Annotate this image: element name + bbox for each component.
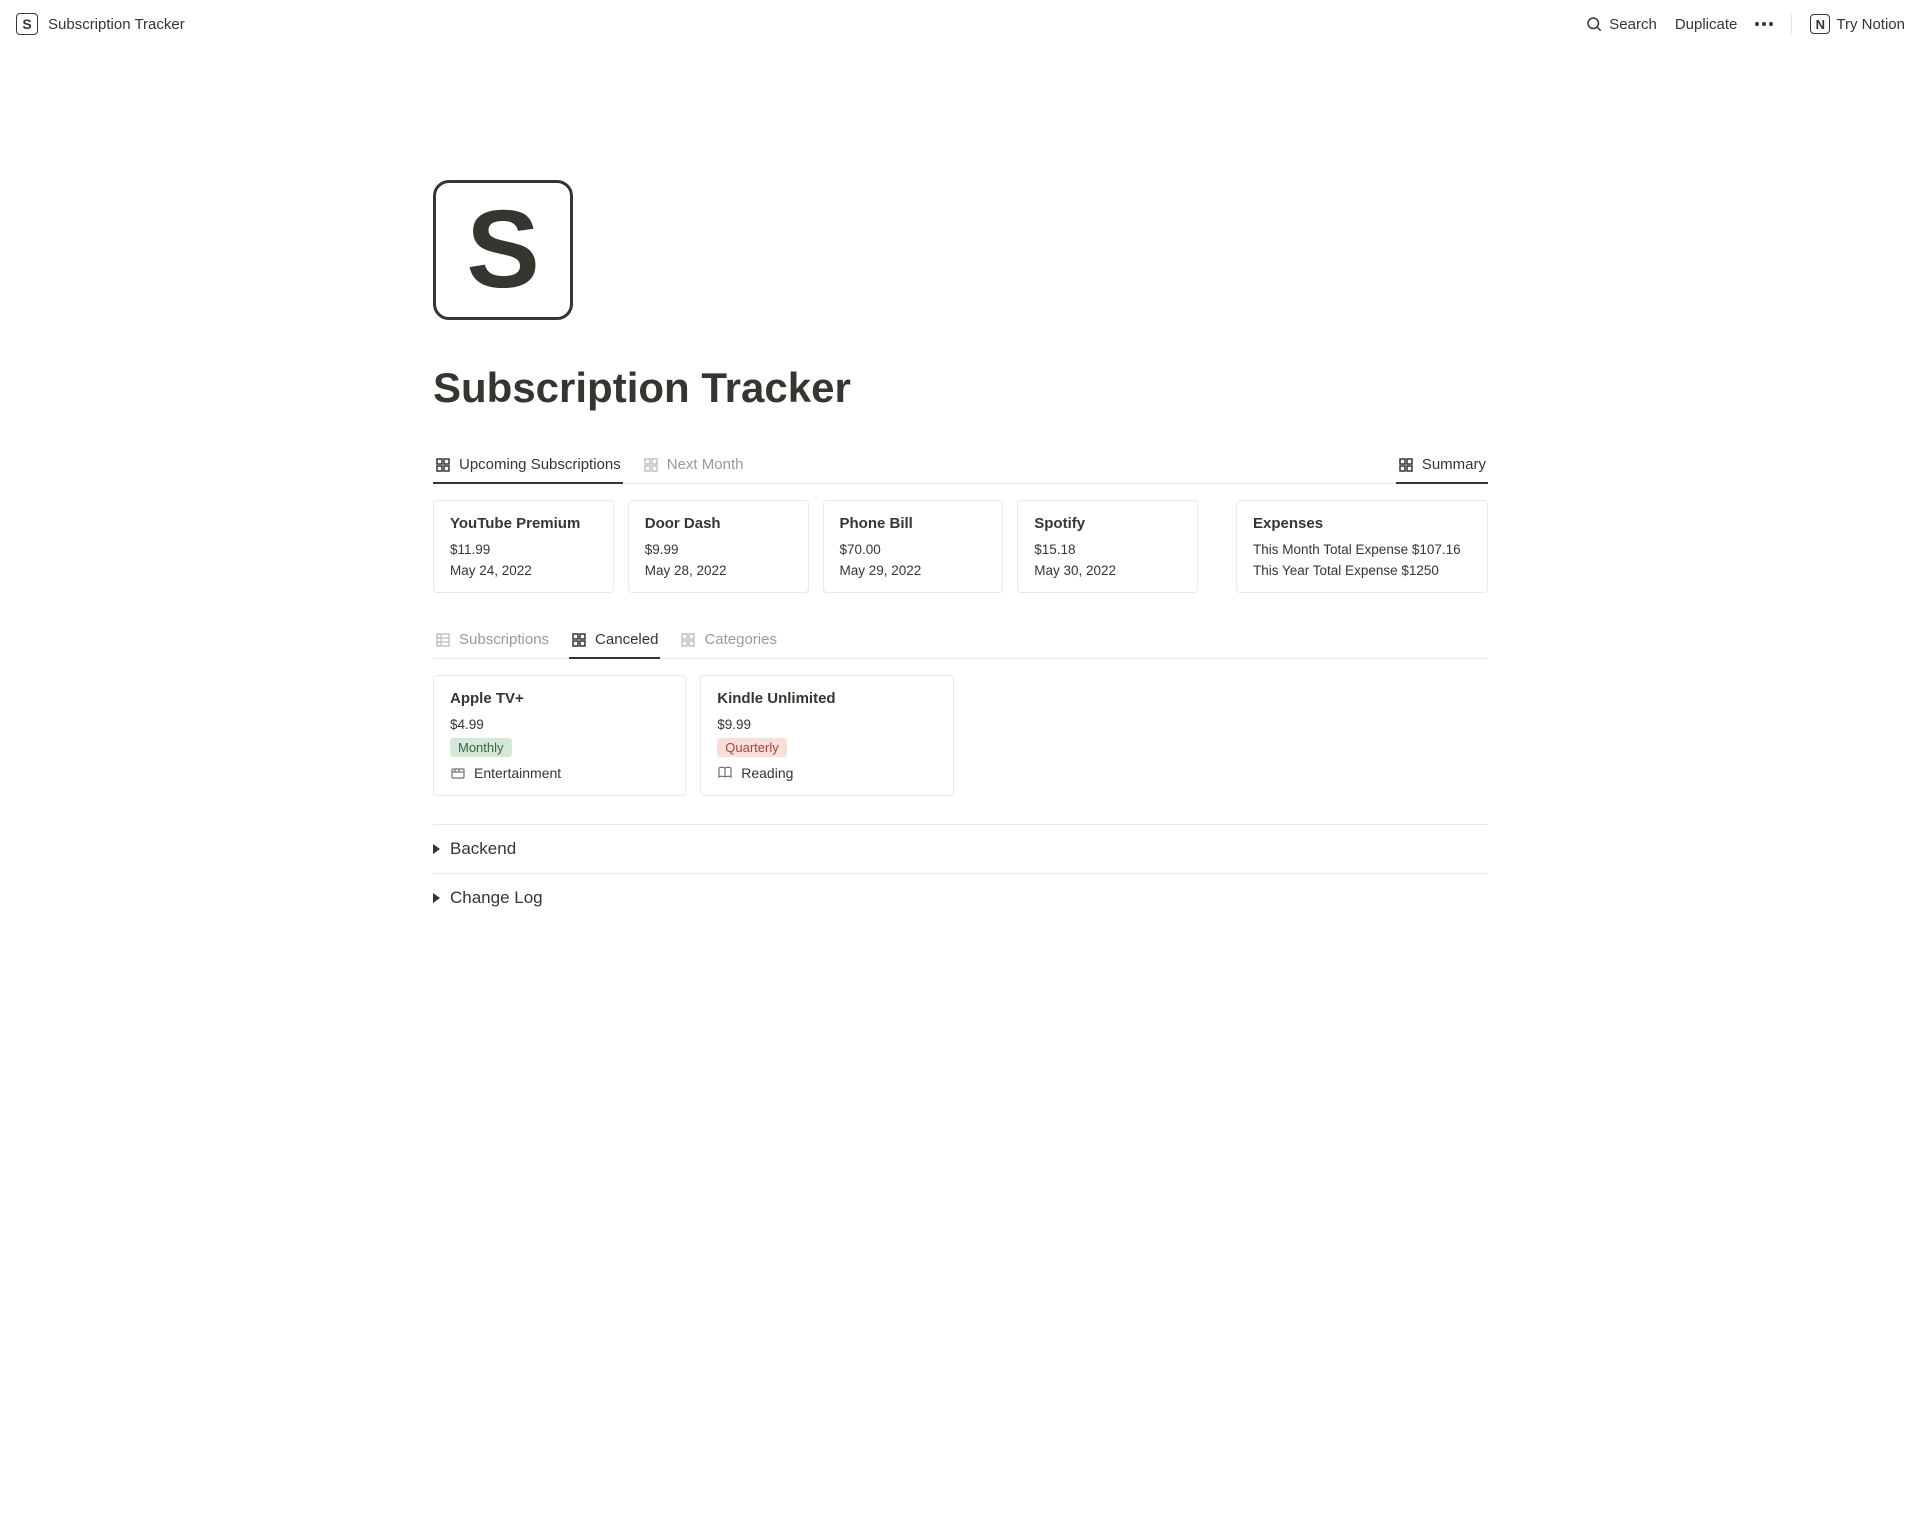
page-icon-small[interactable]: S [16,13,38,35]
toggle-backend[interactable]: Backend [433,824,1488,873]
tab-upcoming-subscriptions[interactable]: Upcoming Subscriptions [433,448,623,483]
table-icon [435,632,451,648]
category-label: Reading [741,765,793,781]
card-date: May 30, 2022 [1034,563,1181,578]
reading-icon [717,765,733,781]
topbar: S Subscription Tracker Search Duplicate … [0,0,1921,48]
cycle-badge: Monthly [450,738,512,757]
card-title: Expenses [1253,515,1471,532]
entertainment-icon [450,765,466,781]
cycle-badge: Quarterly [717,738,786,757]
card-price: $9.99 [645,542,792,557]
tab-label: Subscriptions [459,631,549,648]
card-price: $11.99 [450,542,597,557]
tab-canceled[interactable]: Canceled [569,623,660,658]
summary-gallery: Expenses This Month Total Expense $107.1… [1236,500,1488,593]
page-icon-large[interactable]: S [433,180,573,320]
gallery-icon [1398,457,1414,473]
page-icon-letter: S [22,16,31,32]
tab-subscriptions[interactable]: Subscriptions [433,623,551,658]
triangle-right-icon [433,893,440,903]
duplicate-label: Duplicate [1675,16,1738,33]
card-title: Kindle Unlimited [717,690,936,707]
card-price: $70.00 [840,542,987,557]
gallery-icon [680,632,696,648]
card-date: May 29, 2022 [840,563,987,578]
subscription-card[interactable]: Phone Bill $70.00 May 29, 2022 [823,500,1004,593]
breadcrumb-title[interactable]: Subscription Tracker [48,16,185,33]
summary-tabs: Summary [1396,448,1488,483]
card-title: Spotify [1034,515,1181,532]
gallery-icon [435,457,451,473]
card-price: $9.99 [717,717,936,732]
card-title: YouTube Premium [450,515,597,532]
page-title: Subscription Tracker [433,364,1488,412]
tab-label: Next Month [667,456,744,473]
category-row: Reading [717,765,936,781]
dot-icon [1755,22,1759,26]
toggle-label: Backend [450,839,516,859]
tab-label: Summary [1422,456,1486,473]
notion-letter: N [1816,17,1825,32]
tab-label: Canceled [595,631,658,648]
notion-logo-icon: N [1810,14,1830,34]
upcoming-tabs-left: Upcoming Subscriptions Next Month [433,448,745,483]
tab-categories[interactable]: Categories [678,623,779,658]
card-title: Door Dash [645,515,792,532]
summary-month: This Month Total Expense $107.16 [1253,542,1471,557]
upcoming-tabs-row: Upcoming Subscriptions Next Month Summar… [433,448,1488,484]
topbar-left: S Subscription Tracker [16,13,185,35]
search-label: Search [1609,16,1657,33]
divider [1791,14,1792,34]
card-price: $4.99 [450,717,669,732]
content: S Subscription Tracker Upcoming Subscrip… [433,180,1488,982]
card-title: Phone Bill [840,515,987,532]
duplicate-button[interactable]: Duplicate [1675,16,1738,33]
canceled-card[interactable]: Kindle Unlimited $9.99 Quarterly Reading [700,675,953,796]
try-notion-button[interactable]: N Try Notion [1810,14,1905,34]
subscription-card[interactable]: YouTube Premium $11.99 May 24, 2022 [433,500,614,593]
summary-year: This Year Total Expense $1250 [1253,563,1471,578]
summary-card[interactable]: Expenses This Month Total Expense $107.1… [1236,500,1488,593]
more-menu-button[interactable] [1755,22,1773,26]
gallery-icon [643,457,659,473]
dot-icon [1769,22,1773,26]
subscription-card[interactable]: Spotify $15.18 May 30, 2022 [1017,500,1198,593]
tab-label: Upcoming Subscriptions [459,456,621,473]
card-price: $15.18 [1034,542,1181,557]
upcoming-gallery: YouTube Premium $11.99 May 24, 2022 Door… [433,500,1198,593]
toggle-changelog[interactable]: Change Log [433,873,1488,922]
canceled-gallery: Apple TV+ $4.99 Monthly Entertainment Ki… [433,675,1488,796]
topbar-right: Search Duplicate N Try Notion [1585,14,1905,34]
canceled-card[interactable]: Apple TV+ $4.99 Monthly Entertainment [433,675,686,796]
try-notion-label: Try Notion [1836,16,1905,33]
card-date: May 24, 2022 [450,563,597,578]
second-tabs-row: Subscriptions Canceled Categories [433,623,1488,659]
search-icon [1585,15,1603,33]
tab-label: Categories [704,631,777,648]
tab-summary[interactable]: Summary [1396,448,1488,483]
toggle-label: Change Log [450,888,543,908]
search-button[interactable]: Search [1585,15,1657,33]
page-icon-large-letter: S [466,195,539,305]
tab-next-month[interactable]: Next Month [641,448,746,483]
gallery-row-top: YouTube Premium $11.99 May 24, 2022 Door… [433,500,1488,593]
gallery-icon [571,632,587,648]
card-title: Apple TV+ [450,690,669,707]
category-label: Entertainment [474,765,561,781]
triangle-right-icon [433,844,440,854]
dot-icon [1762,22,1766,26]
card-date: May 28, 2022 [645,563,792,578]
subscription-card[interactable]: Door Dash $9.99 May 28, 2022 [628,500,809,593]
category-row: Entertainment [450,765,669,781]
